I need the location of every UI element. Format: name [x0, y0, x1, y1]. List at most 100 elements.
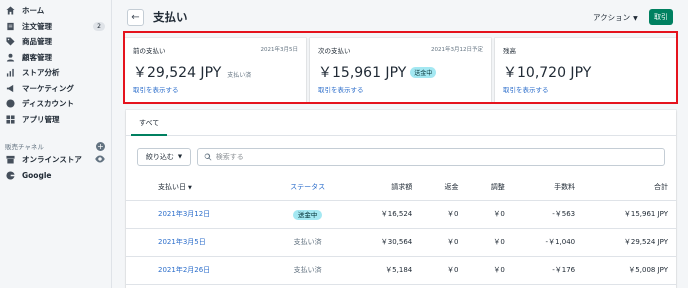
actions-menu[interactable]: アクション ▼ [593, 12, 638, 23]
col-status[interactable]: ステータス [268, 174, 347, 201]
sidebar-item-label: 商品管理 [22, 37, 52, 47]
view-transactions-link[interactable]: 取引を表示する [503, 84, 549, 94]
refund-cell: ￥0 [420, 228, 467, 257]
back-button[interactable]: ← [127, 9, 144, 26]
total-cell: ￥15,961 JPY [583, 200, 676, 229]
payout-date-link[interactable]: 2021年3月5日 [158, 238, 206, 246]
col-refund: 返金 [420, 174, 467, 201]
col-amount: 請求額 [346, 174, 421, 201]
sidebar-item-marketing[interactable]: マーケティング [0, 81, 111, 97]
sidebar-item-online-store[interactable]: オンラインストア [0, 152, 111, 168]
card-title: 次の支払い [318, 47, 351, 55]
store-icon [5, 155, 15, 165]
col-adjust: 調整 [466, 174, 513, 201]
search-field[interactable] [197, 148, 665, 166]
adjust-cell: ￥0 [466, 256, 513, 285]
col-total: 合計 [583, 174, 676, 201]
add-channel-icon[interactable]: + [96, 141, 105, 151]
sales-channels-label: 販売チャネル [5, 143, 44, 151]
sidebar: ホーム 注文管理 2 商品管理 顧客管理 ストア分析 マーケティング ディスカウ… [0, 0, 112, 288]
sidebar-item-google[interactable]: Google [0, 168, 111, 184]
refund-cell: ￥0 [420, 256, 467, 285]
view-transactions-link[interactable]: 取引を表示する [318, 84, 364, 94]
sidebar-item-discounts[interactable]: ディスカウント [0, 96, 111, 112]
filter-row: 絞り込む ▼ [137, 148, 665, 166]
col-date[interactable]: 支払い日 ▼ [126, 174, 269, 201]
sidebar-item-label: ホーム [22, 6, 45, 16]
card-status-note: 支払い済 [227, 72, 252, 79]
fee-cell: -￥563 [512, 200, 584, 229]
card-title: 残高 [503, 47, 516, 55]
search-input[interactable] [215, 153, 664, 161]
payout-date-link[interactable]: 2021年2月26日 [158, 266, 210, 274]
status-badge: 送金中 [292, 210, 323, 220]
sort-down-icon: ▼ [188, 184, 192, 191]
discount-icon [5, 99, 15, 109]
sidebar-item-label: ストア分析 [22, 68, 60, 78]
customer-icon [5, 52, 15, 62]
main-content: ← 支払い アクション ▼ 取引 前の支払い 2021年3月5日 ￥29,524 … [113, 0, 688, 288]
filter-label: 絞り込む [145, 153, 174, 161]
marketing-icon [5, 83, 15, 93]
col-fee: 手数料 [512, 174, 584, 201]
sidebar-item-label: 顧客管理 [22, 52, 52, 62]
actions-label: アクション [593, 13, 631, 22]
view-transactions-link[interactable]: 取引を表示する [133, 84, 179, 94]
orders-icon [5, 21, 15, 31]
sidebar-item-label: マーケティング [22, 83, 74, 93]
fee-cell: -￥1,040 [512, 228, 584, 257]
next-payout-card: 次の支払い 2021年3月12日予定 ￥15,961 JPY 送金中 取引を表示… [310, 38, 491, 102]
table-header-row: 支払い日 ▼ ステータス 請求額 返金 調整 手数料 合計 [126, 174, 676, 201]
card-date: 2021年3月5日 [260, 47, 299, 53]
page-header: ← 支払い アクション ▼ 取引 [113, 0, 688, 32]
payouts-panel: すべて 絞り込む▼ 支払い日▼ ステータス 請求額 返金 調整 手数料 合計 [126, 110, 676, 288]
sidebar-item-apps[interactable]: アプリ管理 [0, 112, 111, 128]
sidebar-item-products[interactable]: 商品管理 [0, 34, 111, 50]
home-icon [5, 6, 15, 16]
payout-summary-cards: 前の支払い 2021年3月5日 ￥29,524 JPY 支払い済 取引を表示する… [125, 38, 676, 102]
sidebar-item-label: Google [22, 170, 52, 180]
sidebar-item-orders[interactable]: 注文管理 2 [0, 19, 111, 35]
previous-payout-card: 前の支払い 2021年3月5日 ￥29,524 JPY 支払い済 取引を表示する [125, 38, 306, 102]
refund-cell: ￥0 [420, 200, 467, 229]
search-icon [204, 153, 212, 161]
status-text: 支払い済 [293, 238, 322, 246]
analytics-icon [5, 68, 15, 78]
sidebar-item-customers[interactable]: 顧客管理 [0, 50, 111, 66]
card-amount: ￥29,524 JPY [133, 65, 222, 81]
apps-icon [5, 114, 15, 124]
sidebar-item-label: ディスカウント [22, 99, 74, 109]
card-amount: ￥10,720 JPY [503, 65, 592, 81]
payouts-table: 支払い日 ▼ ステータス 請求額 返金 調整 手数料 合計 2021年3月12日 … [126, 174, 676, 285]
caret-down-icon: ▼ [177, 154, 183, 160]
card-title: 前の支払い [133, 47, 166, 55]
adjust-cell: ￥0 [466, 228, 513, 257]
orders-count-badge: 2 [93, 21, 105, 31]
table-row[interactable]: 2021年3月5日 支払い済 ￥30,564 ￥0 ￥0 -￥1,040 ￥29… [126, 228, 676, 257]
total-cell: ￥29,524 JPY [583, 228, 676, 257]
eye-icon[interactable] [95, 155, 105, 165]
sidebar-item-analytics[interactable]: ストア分析 [0, 65, 111, 81]
transactions-button[interactable]: 取引 [649, 9, 673, 25]
tag-icon [5, 37, 15, 47]
table-row[interactable]: 2021年3月12日 送金中 ￥16,524 ￥0 ￥0 -￥563 ￥15,9… [126, 200, 676, 229]
sidebar-item-label: アプリ管理 [22, 114, 60, 124]
balance-card: 残高 ￥10,720 JPY 取引を表示する [495, 38, 676, 102]
amount-cell: ￥5,184 [346, 256, 421, 285]
page-title: 支払い [153, 10, 188, 24]
card-amount: ￥15,961 JPY [318, 65, 407, 81]
caret-down-icon: ▼ [633, 15, 638, 22]
fee-cell: -￥176 [512, 256, 584, 285]
sidebar-item-home[interactable]: ホーム [0, 3, 111, 19]
amount-cell: ￥16,524 [346, 200, 421, 229]
filter-button[interactable]: 絞り込む ▼ [137, 148, 191, 166]
payout-date-link[interactable]: 2021年3月12日 [158, 210, 210, 218]
sidebar-item-label: 注文管理 [22, 21, 52, 31]
table-row[interactable]: 2021年2月26日 支払い済 ￥5,184 ￥0 ￥0 -￥176 ￥5,00… [126, 256, 676, 285]
tab-all[interactable]: すべて [131, 110, 168, 136]
arrow-left-icon: ← [131, 12, 140, 23]
google-icon [5, 170, 15, 180]
status-badge: 送金中 [410, 67, 437, 78]
card-date: 2021年3月12日予定 [431, 47, 483, 53]
sales-channels-heading: 販売チャネル + [0, 140, 111, 152]
